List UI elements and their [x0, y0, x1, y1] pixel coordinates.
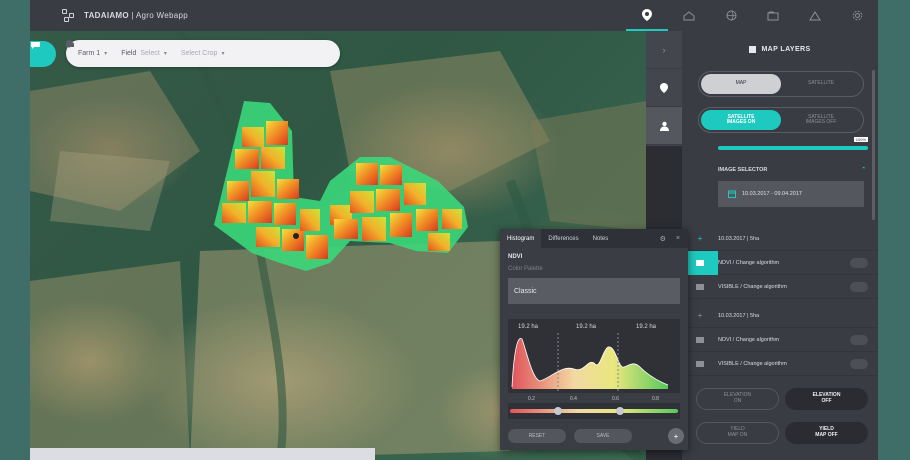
- range-handle-high: [616, 407, 624, 415]
- histogram-window: Histogram Differences Notes ⚙ × NDVI Col…: [500, 229, 688, 450]
- chevron-right-icon: ›: [662, 44, 666, 55]
- top-nav: [626, 0, 878, 31]
- image-entry: + 10.03.2017 | 5ha NDVI / Change algorit…: [682, 304, 878, 376]
- tab-differences[interactable]: Differences: [541, 229, 585, 248]
- app-window: TADAIAMO | Agro Webapp Farm 1 ▾ Field Se…: [30, 0, 878, 460]
- satellite-option[interactable]: SATELLITE: [781, 74, 861, 94]
- chevron-up-icon: ⌃: [861, 167, 866, 173]
- breadcrumb-farm[interactable]: Farm 1 ▾: [66, 40, 108, 57]
- image-entry-row[interactable]: NDVI / Change algorithm: [682, 328, 878, 352]
- opacity-track: [718, 146, 868, 150]
- tab-histogram[interactable]: Histogram: [500, 229, 542, 248]
- breadcrumb-crop[interactable]: Select Crop ▾: [66, 40, 225, 57]
- chevron-down-icon: ▾: [163, 51, 167, 57]
- satellite-images-on-option[interactable]: SATELLITE IMAGES ON: [701, 110, 781, 130]
- user-layer-button[interactable]: [646, 107, 682, 145]
- user-icon: [659, 121, 669, 131]
- elevation-off-button[interactable]: ELEVATION OFF: [785, 388, 868, 410]
- image-selector-header[interactable]: IMAGE SELECTOR ⌃: [682, 163, 878, 177]
- image-entry-header[interactable]: + 10.03.2017 | 5ha: [682, 304, 878, 328]
- image-entry-row[interactable]: VISIBLE / Change algorithm: [682, 352, 878, 376]
- brand-logo[interactable]: TADAIAMO | Agro Webapp: [62, 8, 188, 23]
- location-layer-button[interactable]: [646, 69, 682, 107]
- chat-button[interactable]: [30, 41, 56, 67]
- close-icon[interactable]: ×: [676, 235, 680, 243]
- save-button[interactable]: SAVE: [574, 429, 632, 443]
- location-icon: [660, 82, 668, 93]
- settings-icon[interactable]: [836, 0, 878, 31]
- map-option[interactable]: MAP: [701, 74, 781, 94]
- breadcrumb-field[interactable]: Field Select ▾: [66, 40, 167, 57]
- palette-label: Color Palette: [508, 266, 543, 272]
- histogram-chart[interactable]: 19.2 ha 19.2 ha 19.2 ha 0.2 0.4 0.6 0.8: [508, 319, 680, 419]
- add-button[interactable]: +: [668, 428, 684, 444]
- row-toggle[interactable]: [850, 281, 868, 292]
- yield-map-off-button[interactable]: YIELD MAP OFF: [785, 422, 868, 444]
- date-range-picker[interactable]: 10.03.2017 - 09.04.2017: [718, 181, 864, 207]
- row-toggle[interactable]: [850, 334, 868, 345]
- image-entry: + 10.03.2017 | 5ha NDVI / Change algorit…: [682, 227, 878, 299]
- elevation-on-button[interactable]: ELEVATION ON: [696, 388, 779, 410]
- range-slider-track: [510, 409, 678, 413]
- satellite-images-toggle: SATELLITE IMAGES ON SATELLITE IMAGES OFF: [698, 107, 864, 133]
- logo-icon: [62, 8, 76, 23]
- area-label: 19.2 ha: [576, 324, 597, 330]
- farm-icon[interactable]: [668, 0, 710, 31]
- tick-label: 0.8: [652, 396, 659, 402]
- crop-icon: [66, 40, 74, 48]
- index-name: NDVI: [508, 254, 523, 260]
- chat-icon: [31, 42, 40, 49]
- histogram-tabs: Histogram Differences Notes ⚙ ×: [500, 229, 688, 248]
- gear-icon[interactable]: ⚙: [660, 235, 666, 243]
- folder-icon[interactable]: [752, 0, 794, 31]
- yield-map-on-button[interactable]: YIELD MAP ON: [696, 422, 779, 444]
- layers-icon: [749, 45, 757, 53]
- image-entry-row[interactable]: VISIBLE / Change algorithm: [682, 275, 878, 299]
- alert-icon[interactable]: [794, 0, 836, 31]
- tick-label: 0.2: [528, 396, 535, 402]
- top-bar: TADAIAMO | Agro Webapp: [30, 0, 878, 31]
- opacity-slider[interactable]: 100%: [718, 137, 868, 153]
- range-handle-low: [554, 407, 562, 415]
- tick-label: 0.4: [570, 396, 577, 402]
- brand-name: TADAIAMO | Agro Webapp: [84, 11, 188, 20]
- image-entry-header[interactable]: + 10.03.2017 | 5ha: [682, 227, 878, 251]
- collapse-panel-button[interactable]: ›: [646, 31, 682, 69]
- calendar-icon: [728, 190, 736, 198]
- area-label: 19.2 ha: [518, 324, 539, 330]
- breadcrumb: Farm 1 ▾ Field Select ▾ Select Crop ▾: [66, 40, 340, 67]
- globe-icon[interactable]: [710, 0, 752, 31]
- map-pin-icon[interactable]: [626, 0, 668, 31]
- chevron-down-icon: ▾: [221, 51, 225, 57]
- reset-button[interactable]: RESET: [508, 429, 566, 443]
- area-label: 19.2 ha: [636, 324, 657, 330]
- tab-notes[interactable]: Notes: [586, 229, 616, 248]
- map-layers-header: MAP LAYERS: [682, 31, 878, 67]
- row-toggle[interactable]: [850, 257, 868, 268]
- tick-label: 0.6: [612, 396, 619, 402]
- palette-select[interactable]: Classic: [508, 278, 680, 304]
- panel-side-nav: ›: [646, 31, 682, 146]
- bottom-bar: [30, 448, 375, 460]
- plus-icon: +: [673, 431, 679, 441]
- row-toggle[interactable]: [850, 358, 868, 369]
- elevation-buttons: ELEVATION ON ELEVATION OFF: [696, 388, 868, 410]
- panel-scrollbar[interactable]: [872, 70, 875, 220]
- chevron-down-icon: ▾: [104, 51, 108, 57]
- opacity-value: 100%: [853, 137, 868, 142]
- yield-buttons: YIELD MAP ON YIELD MAP OFF: [696, 422, 868, 444]
- satellite-images-off-option[interactable]: SATELLITE IMAGES OFF: [781, 110, 861, 130]
- histogram-header: NDVI Color Palette: [500, 248, 688, 272]
- image-entry-row[interactable]: NDVI / Change algorithm: [682, 250, 878, 275]
- map-type-toggle: MAP SATELLITE: [698, 71, 864, 97]
- histogram-actions: RESET SAVE +: [508, 428, 684, 444]
